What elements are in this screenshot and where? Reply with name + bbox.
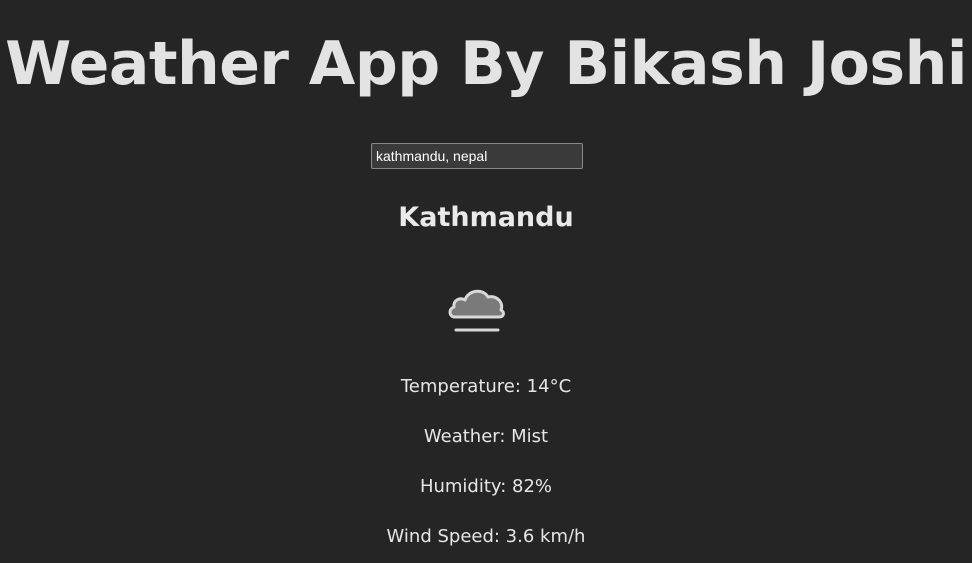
- city-name: Kathmandu: [398, 202, 574, 233]
- mist-cloud-icon: [446, 282, 508, 338]
- wind-speed-text: Wind Speed: 3.6 km/h: [386, 526, 586, 547]
- city-search-input[interactable]: [371, 143, 583, 169]
- page-title: Weather App By Bikash Joshi: [5, 29, 967, 99]
- weather-app: Weather App By Bikash Joshi Kathmandu Te…: [0, 0, 972, 563]
- temperature-text: Temperature: 14°C: [400, 376, 572, 397]
- humidity-text: Humidity: 82%: [419, 476, 553, 497]
- weather-condition-text: Weather: Mist: [423, 426, 549, 447]
